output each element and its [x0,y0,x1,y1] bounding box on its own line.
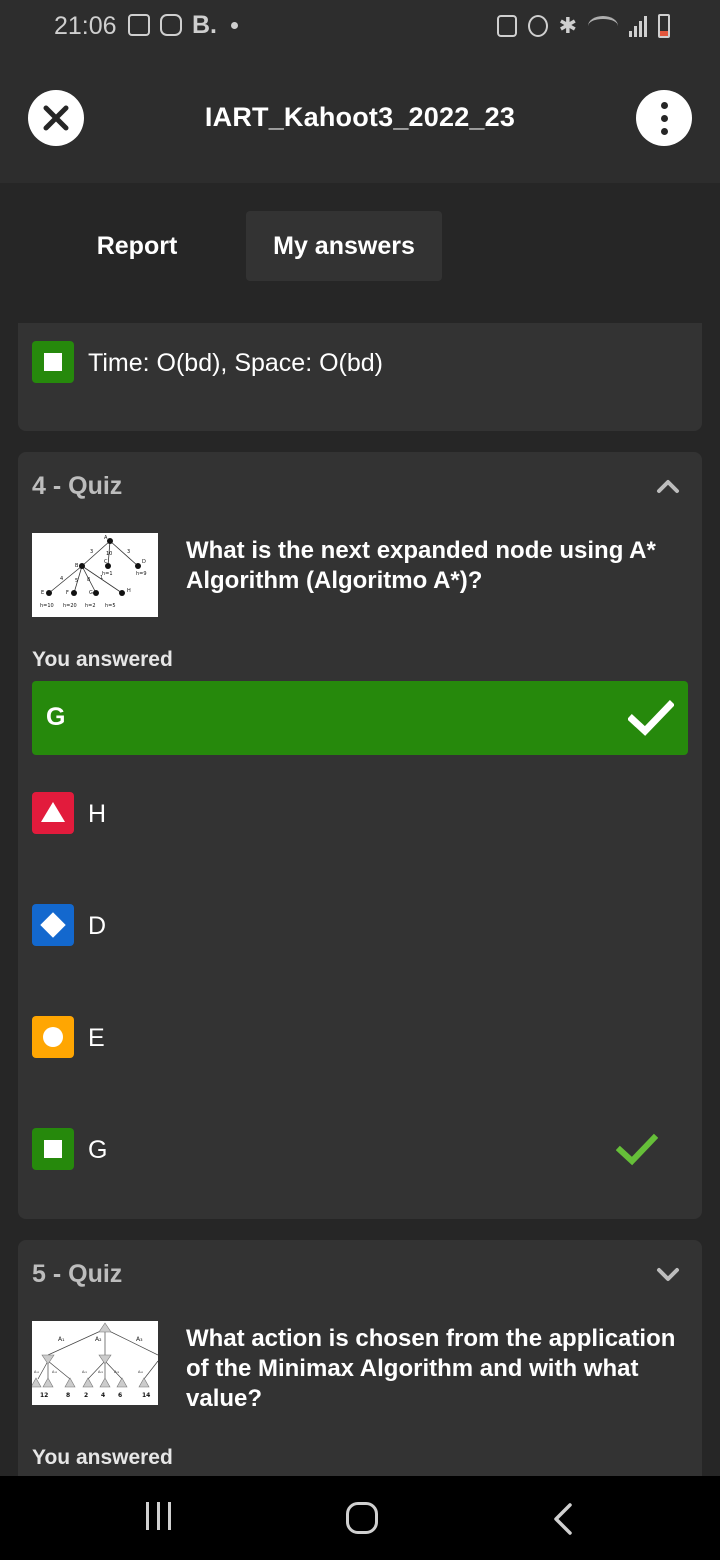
option-badge-circle [32,1016,74,1058]
svg-text:A: A [104,535,108,541]
svg-text:3: 3 [90,549,93,555]
svg-text:5: 5 [75,578,78,584]
chevron-down-icon[interactable] [656,1262,680,1286]
selected-answer-bar: G [32,681,688,755]
question-image: A₁ A₂ A₃ A₁₁ A₁₂ A₂₁ A₂₂ A₂₃ A₃₁ 12 8 2 … [30,1321,159,1405]
circle-icon [43,1027,63,1047]
gallery-icon [128,14,150,36]
home-button[interactable] [346,1502,378,1534]
wifi-icon [588,16,618,36]
option-text-1: H [88,800,107,828]
option-badge-triangle [32,792,74,834]
status-system-icons: ✱ [496,13,670,38]
option-text-2: D [88,912,107,940]
quiz-label[interactable]: 5 - Quiz [32,1260,122,1289]
svg-text:8: 8 [66,1392,70,1399]
svg-text:h=2: h=2 [85,603,96,609]
back-button[interactable] [552,1502,574,1536]
quiz-card-5: 5 - Quiz A₁ A₂ A₃ A₁₁ A₁₂ A₂₁ A₂₂ A₂₃ A₃… [18,1240,702,1476]
square-icon [44,1140,62,1158]
svg-text:6: 6 [118,1392,122,1399]
lock-icon [496,15,517,37]
svg-text:4: 4 [101,1392,105,1399]
svg-text:A₁: A₁ [58,1336,65,1343]
svg-text:A₃₁: A₃₁ [138,1370,144,1374]
svg-text:G: G [89,590,93,596]
svg-text:h=1: h=1 [102,571,113,577]
svg-text:h=5: h=5 [105,603,116,609]
bluetooth-icon: ✱ [558,13,577,38]
square-icon [44,353,62,371]
more-options-button[interactable] [636,90,692,146]
tab-report[interactable]: Report [72,211,202,281]
you-answered-label: You answered [32,1446,173,1469]
svg-text:4: 4 [60,576,63,582]
minimax-tree-diagram: A₁ A₂ A₃ A₁₁ A₁₂ A₂₁ A₂₂ A₂₃ A₃₁ 12 8 2 … [30,1322,159,1399]
svg-text:A₂₂: A₂₂ [98,1370,104,1374]
battery-icon [658,14,670,38]
svg-text:A₁₁: A₁₁ [34,1370,40,1374]
svg-text:C: C [104,559,108,565]
tab-my-answers[interactable]: My answers [246,211,442,281]
svg-text:A₂: A₂ [95,1336,102,1343]
instagram-icon [160,14,182,36]
svg-text:A₂₁: A₂₁ [82,1370,88,1374]
svg-text:D: D [142,559,146,565]
answers-list[interactable]: Time: O(bd), Space: O(bd) 4 - Quiz A B C… [0,323,720,1476]
question-text: What action is chosen from the applicati… [186,1325,676,1412]
correct-check-icon [616,1133,658,1166]
triangle-icon [41,802,65,822]
option-text: Time: O(bd), Space: O(bd) [88,349,383,377]
selected-answer-text: G [46,703,66,731]
option-text-3: E [88,1024,105,1052]
question-text: What is the next expanded node using A* … [186,537,656,594]
check-icon [628,700,674,736]
answer-shape-square [32,341,74,383]
svg-text:h=9: h=9 [136,571,147,577]
status-notification-icons: B. [128,11,238,39]
svg-text:A₂₃: A₂₃ [114,1370,120,1374]
svg-text:8: 8 [87,577,90,583]
svg-text:A₁₂: A₁₂ [52,1370,58,1374]
page-title: IART_Kahoot3_2022_23 [204,102,516,132]
svg-text:10: 10 [106,551,112,557]
svg-text:B: B [75,563,79,569]
more-vertical-icon [660,101,668,135]
tab-bar: Report My answers [0,183,720,323]
app-header: IART_Kahoot3_2022_23 [0,56,720,183]
diamond-icon [40,912,66,938]
more-notifications-dot-icon [231,21,238,29]
you-answered-label: You answered [32,648,173,671]
svg-text:2: 2 [84,1392,88,1399]
svg-text:F: F [66,590,69,596]
status-bar: 21:06 B. ✱ [0,0,720,56]
svg-text:h=10: h=10 [40,603,54,609]
quiz-label[interactable]: 4 - Quiz [32,472,122,501]
signal-icon [629,15,647,37]
option-badge-square [32,1128,74,1170]
svg-text:14: 14 [142,1392,150,1399]
svg-text:H: H [127,588,131,594]
svg-text:h=20: h=20 [63,603,77,609]
chevron-up-icon[interactable] [656,474,680,498]
svg-text:3: 3 [127,549,130,555]
quiz-card-previous: Time: O(bd), Space: O(bd) [18,323,702,431]
alarm-icon [527,15,548,37]
svg-text:E: E [41,590,44,596]
search-tree-diagram: A B C D E F G H 3 10 3 4 5 8 1 h=1 h=9 h… [40,535,147,609]
svg-text:A₃: A₃ [136,1336,143,1343]
option-badge-diamond [32,904,74,946]
quiz-card-4: 4 - Quiz A B C D E F G H 3 10 3 4 5 8 1 … [18,452,702,1219]
system-navigation-bar [0,1476,720,1560]
status-time: 21:06 [54,12,117,40]
svg-text:12: 12 [40,1392,48,1399]
option-text-4: G [88,1136,108,1164]
app-notification-icon: B. [192,11,217,39]
question-image: A B C D E F G H 3 10 3 4 5 8 1 h=1 h=9 h… [32,533,158,617]
recent-apps-button[interactable] [146,1502,171,1530]
